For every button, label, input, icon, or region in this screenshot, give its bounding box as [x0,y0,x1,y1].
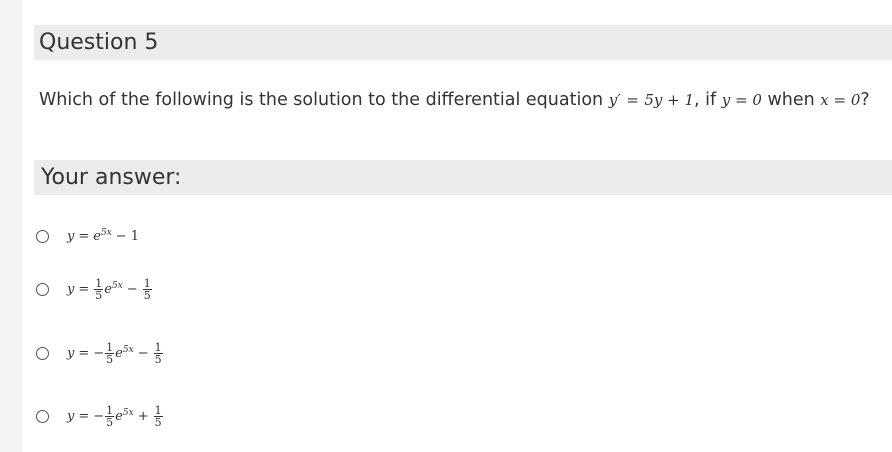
equals-sign: = [78,229,90,244]
euler-e: e [104,282,112,297]
var-y: y [67,282,75,297]
exponent: 5x [122,344,134,355]
sign: − [93,346,105,361]
exponent: 5x [122,407,134,418]
coefficient-fraction: 1 5 [105,404,115,429]
radio-button[interactable] [36,347,49,360]
operator: − [137,346,149,361]
exponent: 5x [100,227,112,238]
condition-x: x = 0 [820,91,861,109]
question-prompt: Which of the following is the solution t… [39,90,870,110]
operator: − [115,229,127,244]
prompt-end: ? [860,90,870,110]
option-equation: y = 1 5 e 5x − 1 5 [67,278,153,301]
operator: − [126,282,138,297]
question-page: Question 5 Which of the following is the… [0,0,892,452]
sign: − [93,409,105,424]
euler-e: e [93,229,101,244]
answer-option-1[interactable]: y = e 5x − 1 [36,227,139,245]
equation-rhs: 5y + 1 [644,91,695,109]
denominator: 5 [105,416,115,429]
operator: + [137,409,149,424]
coefficient-fraction: 1 5 [105,341,115,366]
var-y: y [67,229,75,244]
answer-option-2[interactable]: y = 1 5 e 5x − 1 5 [36,278,153,301]
euler-e: e [115,409,123,424]
denominator: 5 [153,353,163,366]
coefficient-fraction: 1 5 [94,277,104,302]
numerator: 1 [154,341,162,354]
constant-fraction: 1 5 [142,277,152,302]
numerator: 1 [143,277,151,290]
answer-label: Your answer: [34,160,892,195]
euler-e: e [115,346,123,361]
numerator: 1 [95,277,103,290]
denominator: 5 [94,289,104,302]
answer-option-4[interactable]: y = − 1 5 e 5x + 1 5 [36,405,164,428]
radio-button[interactable] [36,410,49,423]
option-equation: y = e 5x − 1 [67,227,139,245]
denominator: 5 [142,289,152,302]
constant: 1 [130,229,139,244]
constant-fraction: 1 5 [153,341,163,366]
answer-option-3[interactable]: y = − 1 5 e 5x − 1 5 [36,342,164,365]
equals-sign: = [78,409,90,424]
constant-fraction: 1 5 [153,404,163,429]
left-rail [0,0,22,452]
var-y: y [67,409,75,424]
radio-button[interactable] [36,283,49,296]
equals-sign: = [78,282,90,297]
prompt-when: when [767,90,815,110]
prompt-if: , if [694,90,717,110]
numerator: 1 [154,404,162,417]
numerator: 1 [106,341,114,354]
radio-button[interactable] [36,230,49,243]
equals-sign: = [78,346,90,361]
denominator: 5 [153,416,163,429]
question-title: Question 5 [34,25,892,60]
equation-equals: = [626,91,639,109]
condition-y: y = 0 [721,91,762,109]
numerator: 1 [106,404,114,417]
option-equation: y = − 1 5 e 5x + 1 5 [67,405,164,428]
exponent: 5x [111,280,123,291]
equation-lhs: y′ [608,91,621,109]
prompt-text: Which of the following is the solution t… [39,90,604,110]
denominator: 5 [105,353,115,366]
option-equation: y = − 1 5 e 5x − 1 5 [67,342,164,365]
var-y: y [67,346,75,361]
